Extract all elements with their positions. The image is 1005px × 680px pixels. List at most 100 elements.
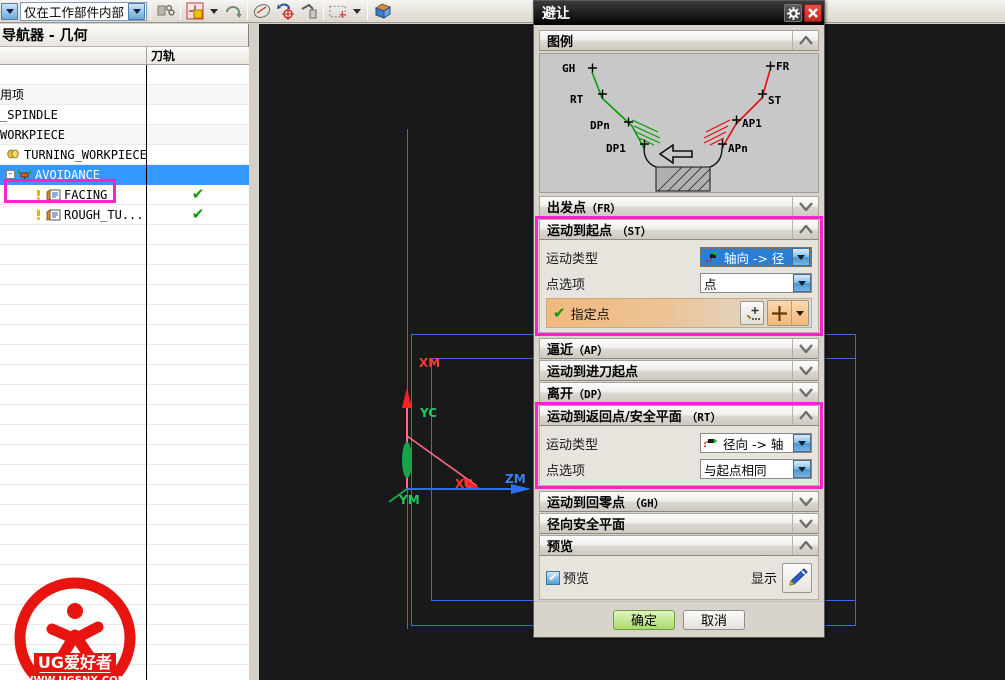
warning-icon [34,208,43,221]
collapse-toggle[interactable]: - [6,170,15,179]
list-item[interactable] [0,464,249,485]
dialog-title-bar[interactable]: 避让 [534,1,824,25]
plus-icon[interactable] [768,301,792,325]
section-code: （FR） [586,202,622,215]
chevron-up-icon[interactable] [792,536,818,555]
list-item[interactable] [0,344,249,365]
section-label: 逼近 [547,343,574,358]
chevron-up-icon[interactable] [792,31,818,50]
section-header-ap[interactable]: 逼近（AP） [539,338,819,359]
chevron-down-icon[interactable] [793,434,811,452]
close-icon[interactable] [804,4,822,22]
list-item[interactable] [0,364,249,385]
preview-checkbox-label: 预览 [563,572,590,587]
chevron-down-icon[interactable] [792,383,818,402]
list-item[interactable] [0,284,249,305]
section-header-dp[interactable]: 离开（DP） [539,382,819,403]
list-item[interactable] [0,224,249,245]
dialog-body: 图例 GH RT DPn DP1 FR ST AP1 APn 出发点（FR） 运… [534,25,824,637]
list-item[interactable] [0,384,249,405]
motion-type-dropdown-st[interactable]: 轴向 -> 径 [700,247,812,267]
list-item[interactable] [0,244,249,265]
section-header-legend[interactable]: 图例 [539,30,819,51]
list-item[interactable] [0,324,249,345]
chevron-down-icon[interactable] [792,514,818,533]
list-item[interactable] [0,484,249,505]
legend-diagram: GH RT DPn DP1 FR ST AP1 APn [539,53,819,193]
list-item[interactable] [0,524,249,545]
list-item[interactable] [0,504,249,525]
list-item[interactable] [0,64,249,85]
chevron-up-icon[interactable] [792,406,818,425]
chevron-down-icon[interactable] [793,460,811,478]
small-arrow-icon[interactable] [351,1,363,21]
chevron-down-icon[interactable] [792,361,818,380]
toolbar-separator [367,2,369,20]
tree-item-label: _SPINDLE [0,107,58,122]
point-option-dropdown-st[interactable]: 点 [700,273,812,293]
list-item[interactable]: _SPINDLE [0,104,249,125]
section-header-preview[interactable]: 预览 [539,535,819,556]
axis-label-zm: ZM [505,472,526,486]
rotate-ref-icon[interactable] [275,1,296,21]
list-item[interactable] [0,404,249,425]
chevron-down-icon[interactable] [792,197,818,216]
section-code: （DP） [573,388,609,401]
measure-icon[interactable] [298,1,319,21]
list-item[interactable]: WORKPIECE [0,124,249,145]
flashlight-icon[interactable] [782,562,812,593]
point-constructor-icon[interactable] [740,301,764,325]
chevron-down-icon[interactable] [792,339,818,358]
shaded-view-icon[interactable] [252,1,273,21]
column-header-toolpath[interactable]: 刀轨 [147,47,249,64]
motion-type-dropdown-rt[interactable]: 径向 -> 轴 [700,433,812,453]
chevron-down-icon[interactable] [793,274,811,292]
motion-type-value: 轴向 -> 径 [724,250,785,266]
point-option-dropdown-rt[interactable]: 与起点相同 [700,459,812,479]
list-item[interactable]: 用项 [0,84,249,105]
tree-item-rough-turn[interactable]: ROUGH_TU... ✔ [0,204,249,225]
rectangle-select-icon[interactable] [328,1,349,21]
section-header-gh[interactable]: 运动到回零点 （GH） [539,491,819,512]
snap-point-icon[interactable] [155,1,176,21]
motion-type-label: 运动类型 [546,251,599,267]
gear-icon[interactable] [784,4,802,22]
work-part-filter-combo[interactable]: 仅在工作部件内部 [20,1,148,21]
section-header-fr[interactable]: 出发点（FR） [539,196,819,217]
avoidance-dialog: 避让 图例 GH RT DPn DP1 FR ST AP1 APn 出发点（FR… [533,0,825,638]
chevron-down-icon[interactable] [792,301,808,325]
section-header-rt[interactable]: 运动到返回点/安全平面 （RT） [539,405,819,426]
navigator-title: 导航器 - 几何 [0,24,248,47]
chevron-up-icon[interactable] [792,220,818,239]
section-header-engage[interactable]: 运动到进刀起点 [539,360,819,381]
section-label: 运动到进刀起点 [547,365,639,380]
chevron-down-icon[interactable] [128,2,146,20]
filter-dropdown-arrow[interactable] [1,2,18,20]
wcs-origin-icon[interactable] [185,1,206,21]
specify-point-row[interactable]: ✔ 指定点 [546,298,812,328]
column-header-name[interactable] [0,47,147,64]
undo-icon[interactable] [222,1,243,21]
cube-icon[interactable] [372,1,393,21]
list-item[interactable] [0,304,249,325]
cancel-button[interactable]: 取消 [683,609,745,630]
section-code: （RT） [686,411,722,424]
section-header-radial-safe-plane[interactable]: 径向安全平面 [539,513,819,534]
point-add-button-group[interactable] [767,300,809,326]
ok-button[interactable]: 确定 [613,609,675,630]
preview-checkbox[interactable]: ✔ [546,570,560,585]
tree-item-facing[interactable]: FACING ✔ [0,184,249,205]
section-header-st[interactable]: 运动到起点 （ST） [539,219,819,240]
chevron-down-icon[interactable] [792,492,818,511]
small-arrow-icon[interactable] [208,1,220,21]
legend-label-dp1: DP1 [606,142,626,155]
list-item[interactable] [0,264,249,285]
tree-item-avoidance[interactable]: - AVOIDANCE [0,164,249,185]
list-item[interactable] [0,444,249,465]
chevron-down-icon[interactable] [792,248,810,266]
status-check-icon: ✔ [191,185,205,203]
list-item[interactable] [0,424,249,445]
list-item[interactable] [0,544,249,565]
list-item[interactable]: TURNING_WORKPIECE [0,144,249,165]
legend-label-gh: GH [562,62,576,75]
